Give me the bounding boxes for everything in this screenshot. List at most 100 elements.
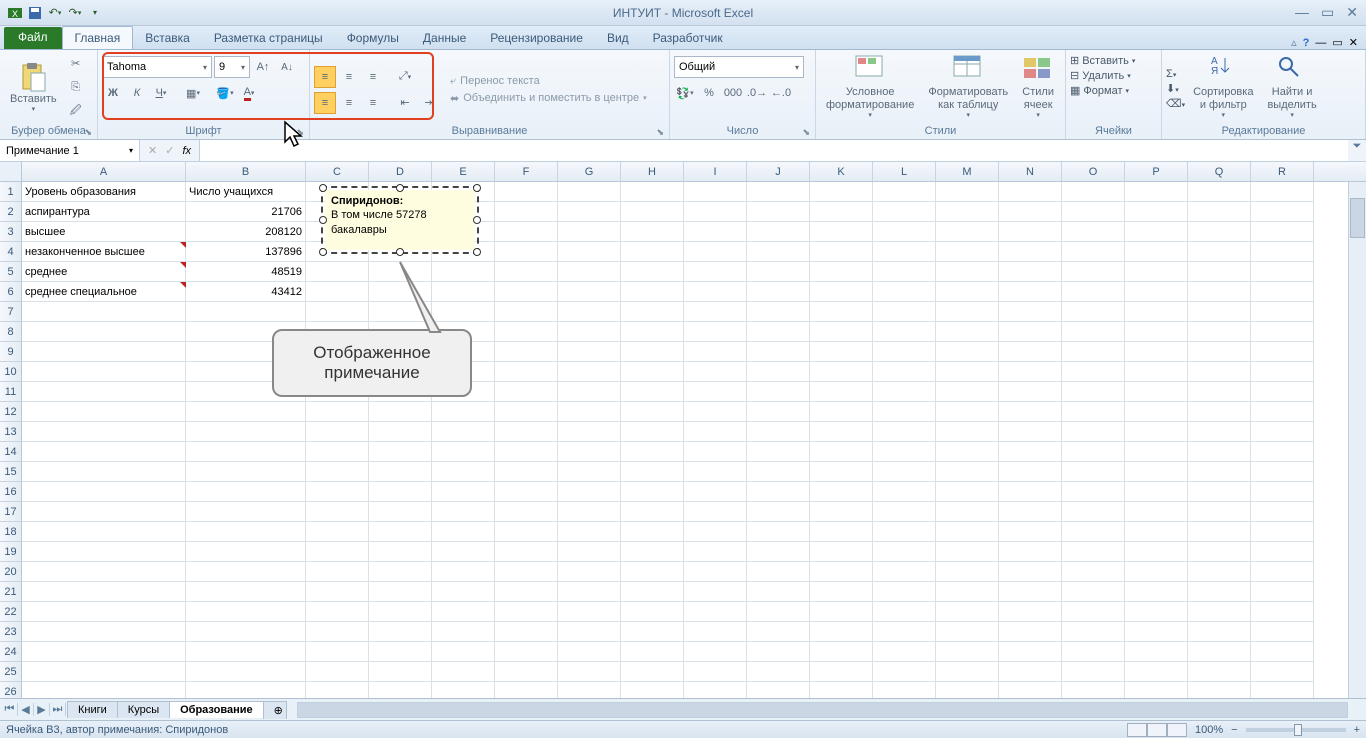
row-header-1[interactable]: 1 [0,182,22,202]
formula-input[interactable] [200,140,1348,161]
cell-O18[interactable] [1062,522,1125,542]
row-header-5[interactable]: 5 [0,262,22,282]
cell-R26[interactable] [1251,682,1314,698]
cell-H8[interactable] [621,322,684,342]
cell-Q24[interactable] [1188,642,1251,662]
cell-A5[interactable]: среднее [22,262,186,282]
cancel-formula-icon[interactable]: ✕ [148,144,157,157]
column-header-M[interactable]: M [936,162,999,181]
cell-B16[interactable] [186,482,306,502]
comma-button[interactable]: 000 [722,82,744,104]
cell-O12[interactable] [1062,402,1125,422]
italic-button[interactable]: К [126,82,148,104]
cell-O23[interactable] [1062,622,1125,642]
cell-J26[interactable] [747,682,810,698]
cell-O5[interactable] [1062,262,1125,282]
cell-Q19[interactable] [1188,542,1251,562]
fill-color-button[interactable]: 🪣▾ [214,82,236,104]
decrease-indent-button[interactable]: ⇤ [394,92,416,114]
cell-Q23[interactable] [1188,622,1251,642]
font-size-select[interactable]: 9▾ [214,56,250,78]
qat-customize-icon[interactable]: ▾ [86,4,104,22]
cell-B22[interactable] [186,602,306,622]
cell-N24[interactable] [999,642,1062,662]
cell-M5[interactable] [936,262,999,282]
cell-G2[interactable] [558,202,621,222]
cell-E21[interactable] [432,582,495,602]
column-header-E[interactable]: E [432,162,495,181]
normal-view-button[interactable] [1127,723,1147,737]
cell-I6[interactable] [684,282,747,302]
cell-N3[interactable] [999,222,1062,242]
cell-J24[interactable] [747,642,810,662]
undo-icon[interactable]: ↶▾ [46,4,64,22]
cell-P16[interactable] [1125,482,1188,502]
sheet-prev-icon[interactable]: ◀ [18,703,34,716]
cell-H21[interactable] [621,582,684,602]
cell-A10[interactable] [22,362,186,382]
cell-B23[interactable] [186,622,306,642]
cell-A6[interactable]: среднее специальное [22,282,186,302]
zoom-slider[interactable] [1246,728,1346,732]
cell-C15[interactable] [306,462,369,482]
workbook-close-icon[interactable]: ✕ [1349,36,1358,49]
row-header-7[interactable]: 7 [0,302,22,322]
cell-H14[interactable] [621,442,684,462]
cell-R12[interactable] [1251,402,1314,422]
cell-R2[interactable] [1251,202,1314,222]
column-header-H[interactable]: H [621,162,684,181]
cell-K24[interactable] [810,642,873,662]
cell-C24[interactable] [306,642,369,662]
cell-O21[interactable] [1062,582,1125,602]
cell-C20[interactable] [306,562,369,582]
cell-K9[interactable] [810,342,873,362]
cell-K18[interactable] [810,522,873,542]
cell-R7[interactable] [1251,302,1314,322]
row-header-16[interactable]: 16 [0,482,22,502]
cell-D14[interactable] [369,442,432,462]
cell-O22[interactable] [1062,602,1125,622]
cell-B3[interactable]: 208120 [186,222,306,242]
cell-I16[interactable] [684,482,747,502]
decrease-decimal-button[interactable]: ←.0 [770,82,792,104]
cell-B19[interactable] [186,542,306,562]
cell-G3[interactable] [558,222,621,242]
row-header-26[interactable]: 26 [0,682,22,698]
cell-O13[interactable] [1062,422,1125,442]
cell-C19[interactable] [306,542,369,562]
sheet-last-icon[interactable]: ⏭ [50,703,66,716]
cell-F17[interactable] [495,502,558,522]
find-select-button[interactable]: Найти и выделить▾ [1261,52,1322,123]
cell-K6[interactable] [810,282,873,302]
cell-J4[interactable] [747,242,810,262]
cell-A20[interactable] [22,562,186,582]
expand-formula-icon[interactable]: ⏷ [1348,140,1366,161]
cell-H11[interactable] [621,382,684,402]
cell-N12[interactable] [999,402,1062,422]
cell-Q16[interactable] [1188,482,1251,502]
cell-O24[interactable] [1062,642,1125,662]
cell-I3[interactable] [684,222,747,242]
cell-K21[interactable] [810,582,873,602]
cell-A23[interactable] [22,622,186,642]
cell-M24[interactable] [936,642,999,662]
cell-K10[interactable] [810,362,873,382]
cell-H3[interactable] [621,222,684,242]
cell-M8[interactable] [936,322,999,342]
align-right-button[interactable]: ≡ [362,92,384,114]
cell-A7[interactable] [22,302,186,322]
cell-O1[interactable] [1062,182,1125,202]
conditional-formatting-button[interactable]: Условное форматирование▾ [820,52,920,123]
cell-B26[interactable] [186,682,306,698]
cell-B4[interactable]: 137896 [186,242,306,262]
cell-R1[interactable] [1251,182,1314,202]
cell-K19[interactable] [810,542,873,562]
cell-L23[interactable] [873,622,936,642]
cell-D13[interactable] [369,422,432,442]
close-button[interactable]: ✕ [1346,4,1358,21]
cell-A21[interactable] [22,582,186,602]
cell-O3[interactable] [1062,222,1125,242]
cell-N17[interactable] [999,502,1062,522]
cell-O4[interactable] [1062,242,1125,262]
tab-review[interactable]: Рецензирование [478,27,595,49]
